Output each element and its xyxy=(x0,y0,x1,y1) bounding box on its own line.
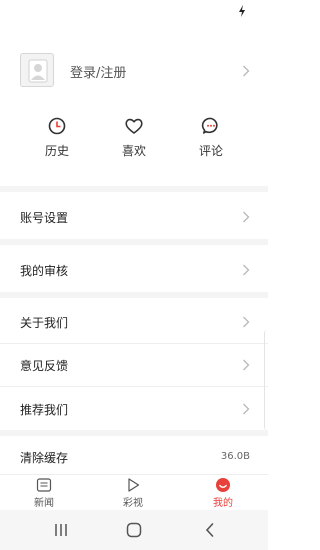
news-icon xyxy=(36,478,52,492)
default-avatar-icon[interactable] xyxy=(20,53,54,87)
quick-actions: 历史 喜欢 评论 xyxy=(0,116,268,166)
history-button[interactable]: 历史 xyxy=(27,116,87,166)
section-divider xyxy=(0,186,268,192)
play-icon xyxy=(128,478,140,492)
recent-apps-icon[interactable] xyxy=(51,520,71,540)
smile-profile-icon xyxy=(216,478,230,492)
cache-size-value: 36.0B xyxy=(220,451,250,462)
about-us-label: 关于我们 xyxy=(20,316,69,330)
chevron-right-icon xyxy=(243,65,250,77)
charging-icon xyxy=(239,5,245,17)
tab-news[interactable]: 新闻 xyxy=(19,477,69,511)
tab-video-label: 彩视 xyxy=(123,498,143,509)
bottom-tab-bar: 新闻 彩视 我的 xyxy=(0,474,268,510)
chevron-right-icon xyxy=(243,264,250,276)
row-divider xyxy=(0,386,268,387)
login-register-row[interactable]: 登录/注册 xyxy=(0,48,268,96)
comments-label: 评论 xyxy=(198,144,223,158)
status-bar xyxy=(0,0,268,24)
heart-icon xyxy=(125,118,143,134)
tab-mine[interactable]: 我的 xyxy=(198,477,248,511)
system-nav-bar xyxy=(0,510,268,550)
menu-item-recommend[interactable]: 推荐我们 xyxy=(0,388,268,430)
likes-button[interactable]: 喜欢 xyxy=(104,116,164,166)
chevron-right-icon xyxy=(243,403,250,415)
recommend-label: 推荐我们 xyxy=(20,403,69,417)
chevron-right-icon xyxy=(243,211,250,223)
tab-news-label: 新闻 xyxy=(34,498,54,509)
back-icon[interactable] xyxy=(200,520,220,540)
clear-cache-label: 清除缓存 xyxy=(20,451,69,465)
tab-video[interactable]: 彩视 xyxy=(108,477,158,511)
comments-button[interactable]: 评论 xyxy=(181,116,241,166)
menu-item-clear-cache[interactable]: 清除缓存 36.0B xyxy=(0,436,268,478)
scroll-indicator xyxy=(264,330,268,430)
login-register-label: 登录/注册 xyxy=(70,66,127,81)
clock-icon xyxy=(48,117,66,135)
section-divider xyxy=(0,239,268,245)
menu-item-my-review[interactable]: 我的审核 xyxy=(0,249,268,291)
menu-item-about-us[interactable]: 关于我们 xyxy=(0,301,268,343)
account-settings-label: 账号设置 xyxy=(20,211,69,225)
history-label: 历史 xyxy=(44,144,69,158)
home-icon[interactable] xyxy=(124,520,144,540)
feedback-label: 意见反馈 xyxy=(20,359,69,373)
section-divider xyxy=(0,292,268,298)
chevron-right-icon xyxy=(243,316,250,328)
tab-mine-label: 我的 xyxy=(213,498,233,509)
my-review-label: 我的审核 xyxy=(20,264,69,278)
likes-label: 喜欢 xyxy=(121,144,146,158)
menu-item-feedback[interactable]: 意见反馈 xyxy=(0,344,268,386)
chevron-right-icon xyxy=(243,359,250,371)
comment-icon xyxy=(201,117,218,134)
menu-item-account-settings[interactable]: 账号设置 xyxy=(0,196,268,238)
